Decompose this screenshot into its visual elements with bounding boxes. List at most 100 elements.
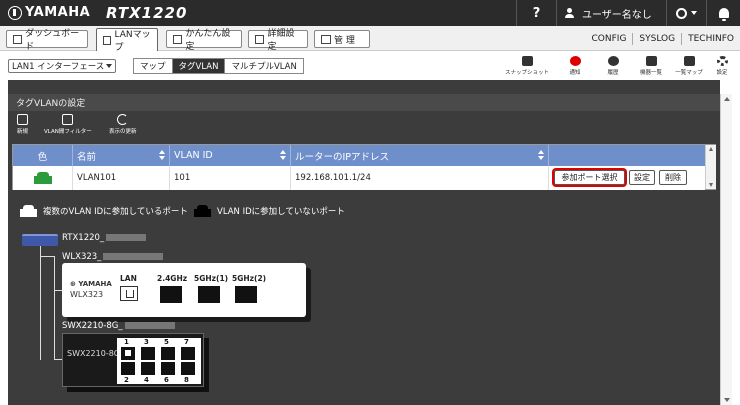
edit-icon [17,114,28,125]
device-list-button[interactable]: 機器一覧 [632,51,670,80]
router-icon[interactable] [22,234,58,246]
wlx-radio-port[interactable] [235,286,257,303]
select-ports-button[interactable]: 参加ポート選択 [554,170,625,185]
new-vlan-button[interactable]: 新規 [17,114,28,135]
alert-icon [569,55,581,66]
switch-port[interactable] [141,362,155,375]
column-ip-address-label: ルーターのIPアドレス [295,151,390,163]
settings-row-button[interactable]: 設定 [629,170,655,185]
delete-row-button[interactable]: 削除 [659,170,687,185]
masked-text [106,234,147,241]
legend-multi: 複数のVLAN IDに参加しているポート [20,205,188,217]
syslog-link[interactable]: SYSLOG [632,32,681,45]
view-mode-multiple-vlan[interactable]: マルチプルVLAN [224,59,302,73]
camera-icon [521,55,533,66]
interface-select[interactable]: LAN1 インターフェース [8,59,116,73]
view-mode-tag-vlan[interactable]: タグVLAN [171,59,225,73]
settings-label: 設定 [716,69,728,76]
legend-multi-label: 複数のVLAN IDに参加しているポート [43,207,188,217]
tab-dashboard[interactable]: ダッシュボード [6,29,88,52]
refresh-button[interactable]: 表示の更新 [109,114,137,135]
sort-icon[interactable] [280,150,286,161]
tab-management[interactable]: 管 理 [314,30,370,48]
switch-port[interactable] [161,362,175,375]
header-links: CONFIG SYSLOG TECHINFO [586,26,740,51]
vlan-filter-button[interactable]: VLAN間フィルター [44,114,92,135]
map-toolbar: LAN1 インターフェース マップ タグVLAN マルチプルVLAN スナップシ… [0,51,740,80]
sort-icon[interactable] [159,150,165,161]
wrench-icon [321,34,331,44]
tab-lan-map-label: LANマップ [114,30,151,53]
help-button[interactable]: ? [516,0,556,26]
user-name: ユーザー名なし [582,9,652,21]
port-black-icon [194,205,211,217]
list-map-icon [683,55,695,66]
tab-easy-setup[interactable]: かんたん設定 [166,29,242,52]
wlx-brand-text: YAMAHA [78,280,112,288]
yamaha-mark-icon [8,5,22,20]
user-menu[interactable]: ユーザー名なし [556,0,666,26]
port-number: 6 [164,376,169,384]
history-button[interactable]: 履歴 [594,51,632,80]
panel-scrollbar[interactable] [720,94,732,405]
status-menu-button[interactable] [666,0,706,26]
scroll-up-icon[interactable] [709,147,713,151]
config-link[interactable]: CONFIG [586,33,633,45]
wlx-radio-port[interactable] [198,286,220,303]
gear-icon [716,55,728,66]
switch-port[interactable] [121,362,135,375]
switch-port[interactable] [161,347,175,360]
wlx-device[interactable]: ⊛ YAMAHA WLX323 LAN 2.4GHz 5GHz(1) 5GHz(… [62,263,306,317]
swx-device[interactable]: SWX2210-8G 1 3 5 7 2 4 6 8 [62,333,204,387]
refresh-label: 表示の更新 [109,129,137,135]
filter-icon [62,114,74,125]
port-number: 7 [184,338,189,346]
port-white-icon [20,205,37,217]
router-label[interactable]: RTX1220_ [62,233,147,243]
tab-advanced-settings[interactable]: 詳細設定 [248,29,308,52]
wlx-lan-port[interactable] [120,286,138,301]
status-ring-icon [676,7,687,19]
switch-port[interactable] [181,362,195,375]
tree-line-vertical-2 [54,256,55,360]
wlx-brand: ⊛ YAMAHA [70,280,112,288]
scroll-down-icon[interactable] [709,183,713,187]
wlx-port-label: LAN [120,274,137,283]
wlx-model: WLX323 [70,290,104,299]
view-mode-map[interactable]: マップ [134,59,172,73]
router-name: RTX1220_ [62,233,105,243]
techinfo-link[interactable]: TECHINFO [681,32,740,45]
snapshot-button[interactable]: スナップショット [498,51,556,80]
tab-lan-map[interactable]: LANマップ [96,28,158,53]
wlx-label[interactable]: WLX323_ [62,252,164,262]
column-ip-address[interactable]: ルーターのIPアドレス [291,145,549,166]
sort-icon[interactable] [538,150,544,161]
table-scrollbar[interactable] [705,145,716,189]
map-tools: スナップショット 通知 履歴 機器一覧 一覧マップ 設定 [498,51,736,80]
table-row[interactable]: VLAN101 101 192.168.101.1/24 参加ポート選択 設定 … [13,166,705,190]
swx-port-panel: 1 3 5 7 2 4 6 8 [117,338,201,384]
notice-button[interactable]: 通知 [556,51,594,80]
column-name[interactable]: 名前 [73,145,170,166]
port-number: 5 [164,338,169,346]
list-map-button[interactable]: 一覧マップ [670,51,708,80]
new-vlan-label: 新規 [17,129,29,135]
vlan-id-cell: 101 [170,166,291,190]
legend-none-label: VLAN IDに参加していないポート [217,207,345,217]
settings-button[interactable]: 設定 [708,51,736,80]
switch-port[interactable] [141,347,155,360]
scroll-down-icon[interactable] [724,398,730,402]
vlan-name-cell: VLAN101 [73,166,170,190]
legend-none: VLAN IDに参加していないポート [194,205,345,217]
wlx-name: WLX323_ [62,252,102,262]
notification-button[interactable] [706,0,740,26]
wlx-radio-port[interactable] [160,286,182,303]
tree-line [54,359,62,360]
switch-port[interactable] [121,347,135,360]
panel-title: タグVLANの設定 [8,94,720,111]
scroll-up-icon[interactable] [724,97,730,101]
port-number: 8 [184,376,189,384]
swx-label[interactable]: SWX2210-8G_ [62,321,175,331]
column-vlan-id[interactable]: VLAN ID [170,145,291,166]
switch-port[interactable] [181,347,195,360]
